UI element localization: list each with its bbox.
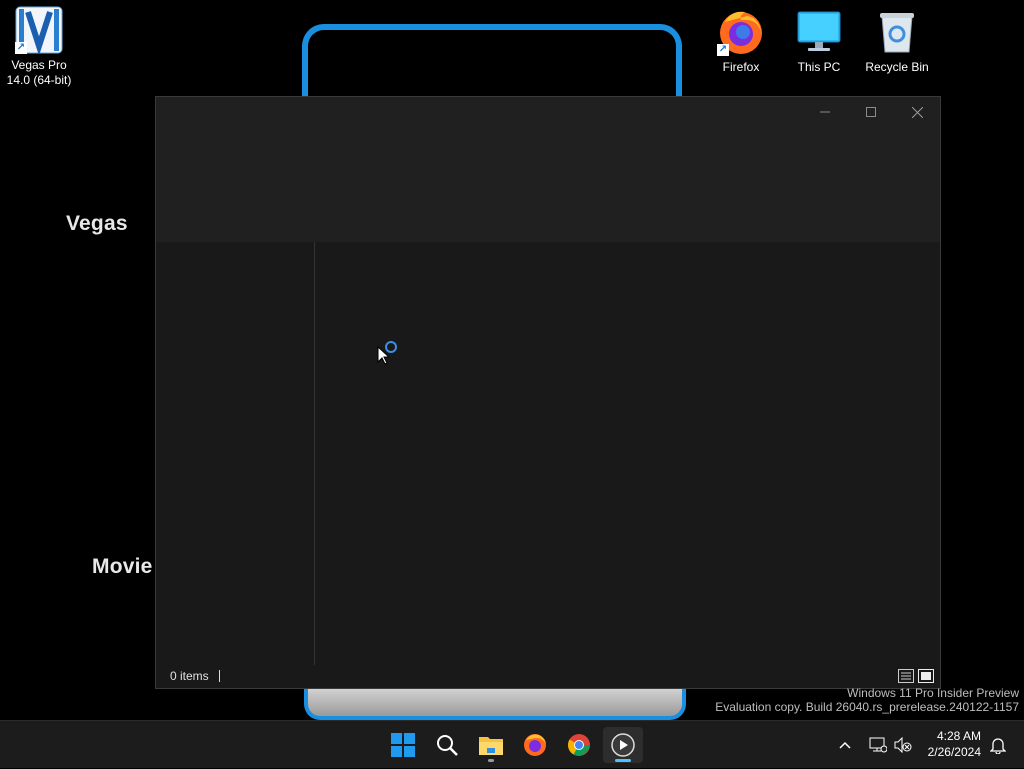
close-icon	[911, 106, 923, 118]
desktop-icon-label: Recycle Bin	[865, 60, 929, 74]
minimize-icon	[820, 111, 830, 113]
computer-monitor-icon	[795, 8, 843, 56]
explorer-window[interactable]: 0 items	[155, 96, 941, 689]
clock-time: 4:28 AM	[936, 729, 981, 743]
desktop-icon-label: Vegas Pro	[11, 58, 67, 72]
windows-watermark: Windows 11 Pro Insider Preview Evaluatio…	[715, 686, 1019, 714]
navigation-pane[interactable]	[156, 242, 315, 665]
windows-logo-icon	[391, 733, 415, 757]
shortcut-arrow-icon: ↗	[15, 42, 27, 54]
desktop-icon-label: This PC	[797, 60, 841, 74]
start-button[interactable]	[383, 727, 423, 763]
show-hidden-icons-button[interactable]	[835, 741, 855, 749]
taskbar: 4:28 AM 2/26/2024	[0, 720, 1024, 768]
folder-icon	[479, 737, 503, 755]
taskbar-media-player[interactable]	[603, 727, 643, 763]
chrome-icon	[568, 734, 590, 756]
close-button[interactable]	[894, 97, 940, 127]
desktop-icon-recycle-bin[interactable]: Recycle Bin	[859, 8, 935, 75]
item-count: 0 items	[170, 669, 209, 683]
volume-button[interactable]	[891, 737, 915, 753]
volume-muted-icon	[894, 737, 912, 753]
watermark-line: Evaluation copy. Build 26040.rs_prerelea…	[715, 700, 1019, 714]
maximize-icon	[866, 107, 876, 117]
bell-icon	[989, 738, 1007, 755]
desktop-icon-firefox[interactable]: ↗ Firefox	[703, 8, 779, 75]
wallpaper-text-vegas: Vegas	[66, 212, 128, 235]
active-indicator	[615, 759, 631, 762]
recycle-bin-icon	[873, 8, 921, 56]
notifications-button[interactable]	[989, 736, 1007, 759]
vegas-pro-icon: ↗	[15, 6, 63, 56]
clock-date: 2/26/2024	[927, 745, 981, 759]
large-icons-view-icon	[918, 669, 934, 683]
taskbar-firefox[interactable]	[515, 727, 555, 763]
desktop-icon-label: 14.0 (64-bit)	[6, 73, 72, 87]
taskbar-clock[interactable]: 4:28 AM 2/26/2024	[928, 728, 981, 760]
running-indicator	[488, 759, 494, 762]
system-tray	[835, 721, 915, 769]
details-view-button[interactable]	[898, 668, 914, 684]
wallpaper-frame-bottom	[304, 686, 686, 720]
firefox-icon	[524, 734, 546, 756]
network-button[interactable]	[865, 737, 891, 753]
chevron-up-icon	[839, 741, 851, 749]
maximize-button[interactable]	[848, 97, 894, 127]
taskbar-file-explorer[interactable]	[471, 727, 511, 763]
mouse-cursor-icon	[377, 346, 389, 365]
watermark-line: Windows 11 Pro Insider Preview	[847, 686, 1019, 700]
view-buttons	[898, 668, 934, 684]
desktop-icon-this-pc[interactable]: This PC	[781, 8, 857, 75]
search-icon	[437, 735, 458, 756]
details-view-icon	[898, 669, 914, 683]
desktop: Vegas Movie ↗ Vegas Pro 14.0 (64-bit) ↗	[0, 0, 1024, 720]
search-button[interactable]	[427, 727, 467, 763]
large-icons-view-button[interactable]	[918, 668, 934, 684]
status-bar: 0 items	[156, 664, 940, 688]
media-player-icon	[611, 733, 635, 757]
status-separator	[218, 670, 220, 682]
shortcut-arrow-icon: ↗	[717, 44, 729, 56]
network-disconnected-icon	[869, 737, 887, 753]
minimize-button[interactable]	[802, 97, 848, 127]
desktop-icon-vegas-pro[interactable]: ↗ Vegas Pro 14.0 (64-bit)	[1, 6, 77, 88]
taskbar-chrome[interactable]	[559, 727, 599, 763]
wallpaper-text-movie: Movie	[92, 555, 153, 578]
window-controls	[802, 97, 940, 127]
firefox-icon: ↗	[717, 8, 765, 56]
desktop-icon-label: Firefox	[722, 60, 760, 74]
